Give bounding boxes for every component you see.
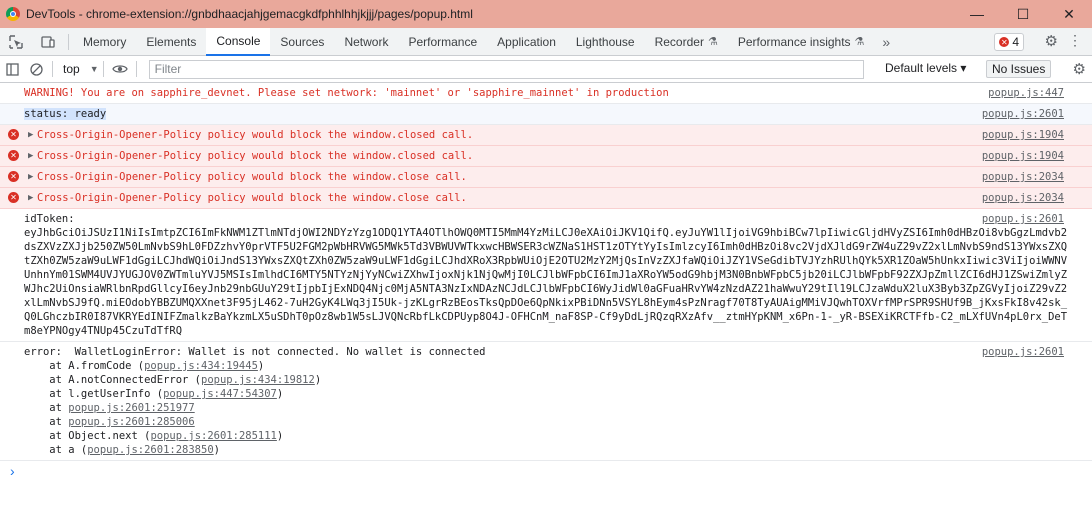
- tab-elements[interactable]: Elements: [136, 28, 206, 56]
- close-button[interactable]: ✕: [1046, 0, 1092, 28]
- caret-down-icon: ▼: [89, 64, 99, 74]
- console-error-message: ✕ ▶ Cross-Origin-Opener-Policy policy wo…: [0, 188, 1092, 209]
- error-text: Cross-Origin-Opener-Policy policy would …: [37, 192, 467, 204]
- error-circle-icon: ✕: [8, 150, 19, 161]
- console-settings-gear-icon[interactable]: ⚙: [1073, 60, 1086, 78]
- tab-sources[interactable]: Sources: [270, 28, 334, 56]
- error-count: 4: [1012, 35, 1019, 49]
- console-error-message: ✕ ▶ Cross-Origin-Opener-Policy policy wo…: [0, 146, 1092, 167]
- tab-network[interactable]: Network: [334, 28, 398, 56]
- expand-triangle-icon[interactable]: ▶: [28, 170, 33, 184]
- console-idtoken-message: idToken: eyJhbGciOiJSUzI1NiIsImtpZCI6ImF…: [0, 209, 1092, 342]
- idtoken-label: idToken:: [24, 213, 75, 225]
- console-error-message: ✕ ▶ Cross-Origin-Opener-Policy policy wo…: [0, 167, 1092, 188]
- minimize-button[interactable]: —: [954, 0, 1000, 28]
- tab-application[interactable]: Application: [487, 28, 566, 56]
- expand-triangle-icon[interactable]: ▶: [28, 128, 33, 142]
- stack-link[interactable]: popup.js:2601:285111: [150, 430, 276, 442]
- stack-link[interactable]: popup.js:2601:251977: [68, 402, 194, 414]
- log-levels-dropdown[interactable]: Default levels ▾: [885, 61, 966, 75]
- window-titlebar: DevTools - chrome-extension://gnbdhaacja…: [0, 0, 1092, 28]
- tab-performance-insights[interactable]: Performance insights ⚗: [728, 28, 875, 56]
- maximize-button[interactable]: ☐: [1000, 0, 1046, 28]
- filter-input[interactable]: Filter: [148, 59, 864, 79]
- error-icon: ✕: [999, 37, 1010, 47]
- stack-link[interactable]: popup.js:2601:285006: [68, 416, 194, 428]
- source-link[interactable]: popup.js:447: [988, 86, 1064, 100]
- error-text: Cross-Origin-Opener-Policy policy would …: [37, 129, 474, 141]
- stack-link[interactable]: popup.js:447:54307: [163, 388, 277, 400]
- console-output: WARNING! You are on sapphire_devnet. Ple…: [0, 83, 1092, 461]
- warning-text: WARNING! You are on sapphire_devnet. Ple…: [24, 87, 669, 99]
- devtools-tabbar: Memory Elements Console Sources Network …: [0, 27, 1092, 56]
- flask-icon: ⚗: [707, 36, 718, 48]
- console-prompt-icon[interactable]: ›: [10, 463, 15, 479]
- tab-console[interactable]: Console: [206, 27, 271, 56]
- console-toolbar: top ▼ Filter Default levels ▾ No Issues …: [0, 56, 1092, 83]
- issues-button[interactable]: No Issues: [986, 60, 1052, 78]
- console-log-message: status: ready popup.js:2601: [0, 104, 1092, 125]
- expand-triangle-icon[interactable]: ▶: [28, 191, 33, 205]
- divider: [135, 61, 137, 77]
- device-toolbar-icon[interactable]: [32, 28, 64, 56]
- source-link[interactable]: popup.js:1904: [982, 128, 1064, 142]
- divider: [102, 61, 104, 77]
- stack-frame: at l.getUserInfo (popup.js:447:54307): [24, 388, 284, 400]
- status-text: status: ready: [24, 108, 107, 120]
- wallet-error-text: error: WalletLoginError: Wallet is not c…: [24, 346, 486, 358]
- source-link[interactable]: popup.js:2601: [982, 345, 1064, 359]
- source-link[interactable]: popup.js:2601: [982, 107, 1064, 121]
- source-link[interactable]: popup.js:2034: [982, 170, 1064, 184]
- error-circle-icon: ✕: [8, 192, 19, 203]
- idtoken-value: eyJhbGciOiJSUzI1NiIsImtpZCI6ImFkNWM1ZTlm…: [24, 227, 1068, 337]
- context-selector[interactable]: top ▼: [63, 62, 99, 76]
- inspect-element-icon[interactable]: [0, 28, 32, 56]
- more-options-icon[interactable]: ⋮: [1068, 32, 1082, 49]
- context-label: top: [63, 62, 80, 76]
- tab-recorder-label: Recorder: [654, 34, 704, 49]
- chrome-logo-icon: [6, 7, 20, 21]
- window-title: DevTools - chrome-extension://gnbdhaacja…: [26, 7, 473, 21]
- sidebar-toggle-icon[interactable]: [0, 55, 24, 83]
- error-text: Cross-Origin-Opener-Policy policy would …: [37, 171, 467, 183]
- divider: [52, 61, 53, 77]
- console-wallet-error-message: error: WalletLoginError: Wallet is not c…: [0, 342, 1092, 461]
- settings-gear-icon[interactable]: ⚙: [1045, 32, 1058, 50]
- tab-memory[interactable]: Memory: [73, 28, 136, 56]
- live-expression-eye-icon[interactable]: [108, 55, 132, 83]
- source-link[interactable]: popup.js:1904: [982, 149, 1064, 163]
- error-count-badge[interactable]: ✕ 4: [994, 33, 1024, 51]
- console-warning-message: WARNING! You are on sapphire_devnet. Ple…: [0, 83, 1092, 104]
- tab-performance[interactable]: Performance: [398, 28, 487, 56]
- tab-lighthouse[interactable]: Lighthouse: [566, 28, 645, 56]
- flask-icon: ⚗: [854, 36, 865, 48]
- stack-link[interactable]: popup.js:434:19445: [144, 360, 258, 372]
- stack-frame: at popup.js:2601:285006: [24, 416, 195, 428]
- expand-triangle-icon[interactable]: ▶: [28, 149, 33, 163]
- stack-frame: at Object.next (popup.js:2601:285111): [24, 430, 284, 442]
- error-circle-icon: ✕: [8, 171, 19, 182]
- console-error-message: ✕ ▶ Cross-Origin-Opener-Policy policy wo…: [0, 125, 1092, 146]
- more-tabs-button[interactable]: »: [874, 34, 898, 50]
- stack-link[interactable]: popup.js:2601:283850: [87, 444, 213, 456]
- error-circle-icon: ✕: [8, 129, 19, 140]
- tab-recorder[interactable]: Recorder ⚗: [645, 28, 728, 56]
- stack-frame: at A.fromCode (popup.js:434:19445): [24, 360, 265, 372]
- stack-link[interactable]: popup.js:434:19812: [201, 374, 315, 386]
- window-controls: — ☐ ✕: [954, 0, 1092, 28]
- clear-console-icon[interactable]: [24, 55, 48, 83]
- stack-frame: at A.notConnectedError (popup.js:434:198…: [24, 374, 322, 386]
- stack-frame: at a (popup.js:2601:283850): [24, 444, 220, 456]
- tab-performance-insights-label: Performance insights: [737, 34, 851, 49]
- stack-frame: at popup.js:2601:251977: [24, 402, 195, 414]
- divider: [68, 33, 69, 50]
- source-link[interactable]: popup.js:2601: [982, 212, 1064, 226]
- error-text: Cross-Origin-Opener-Policy policy would …: [37, 150, 474, 162]
- source-link[interactable]: popup.js:2034: [982, 191, 1064, 205]
